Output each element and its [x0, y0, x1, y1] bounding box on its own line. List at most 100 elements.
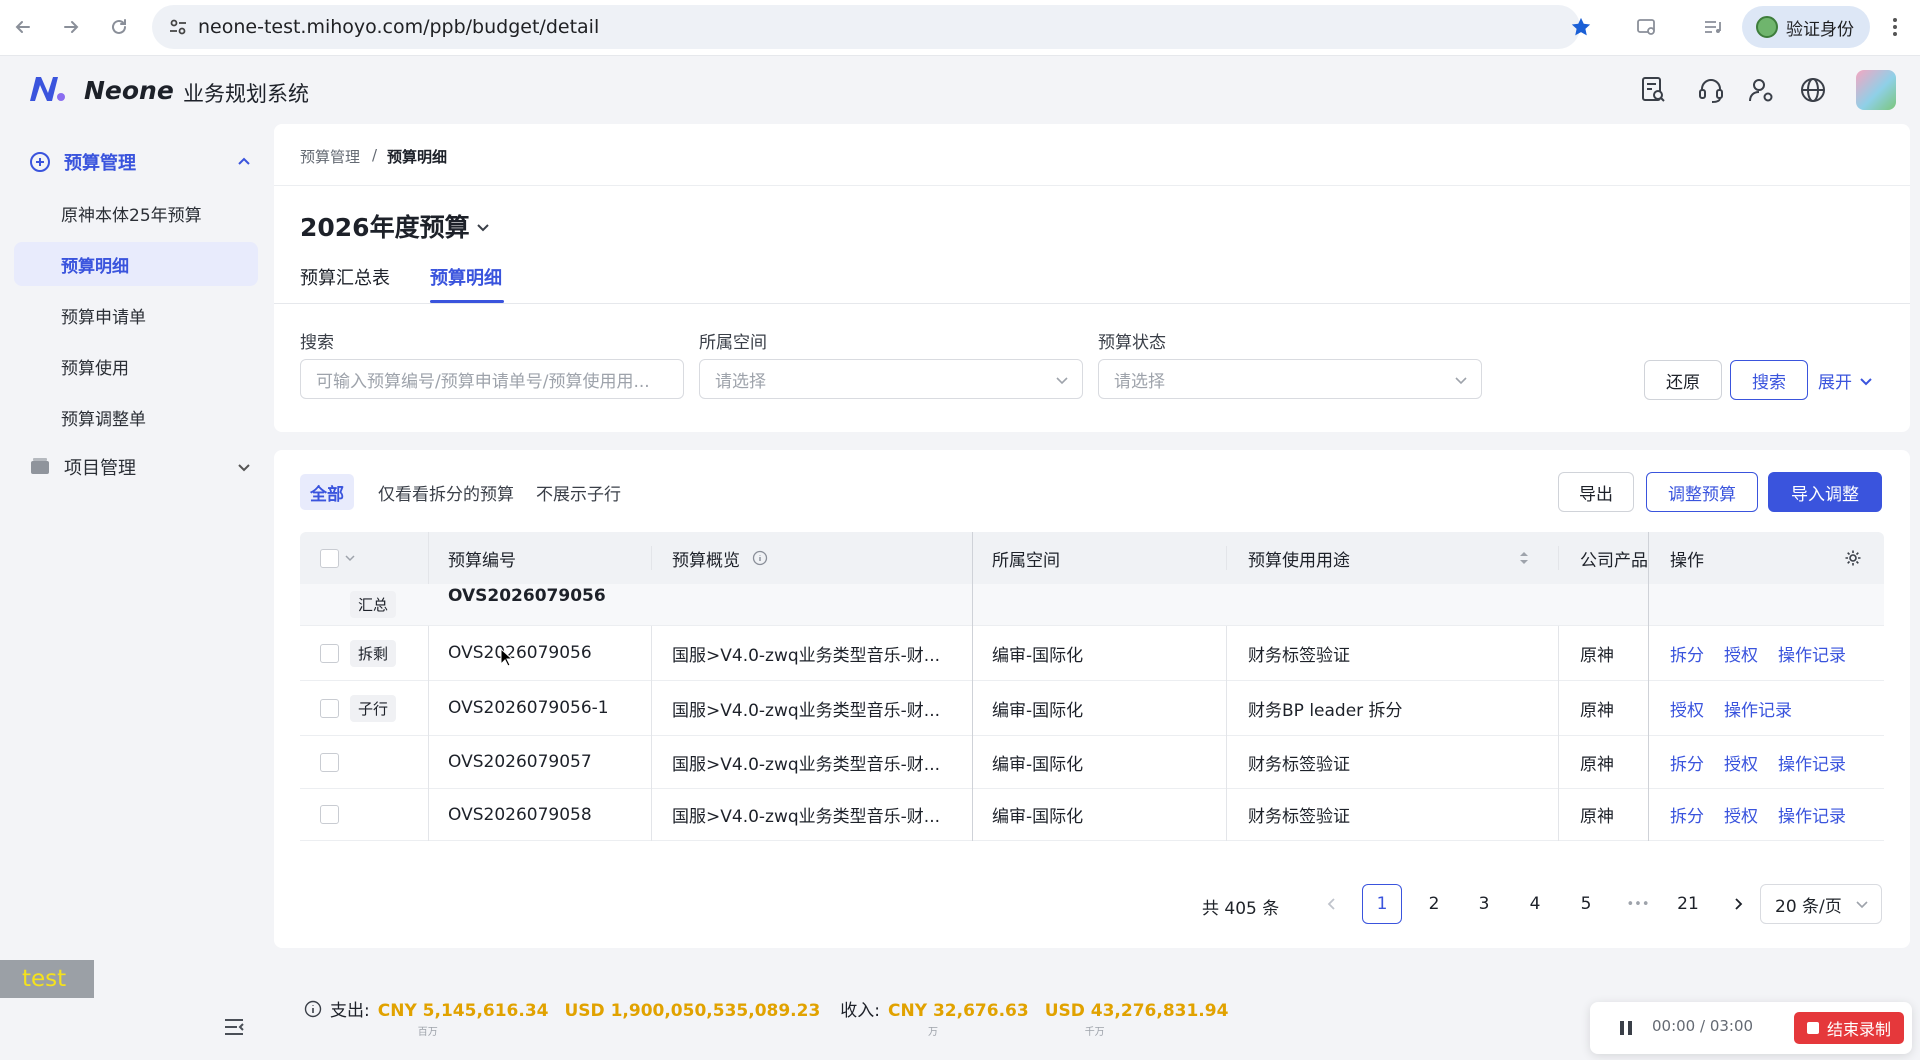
- operation-log-link[interactable]: 操作记录: [1778, 641, 1846, 666]
- page-21[interactable]: 21: [1668, 884, 1708, 924]
- select-all-checkbox[interactable]: [320, 532, 339, 584]
- row-checkbox[interactable]: [320, 626, 339, 680]
- collapse-sidebar-icon[interactable]: [222, 1015, 248, 1041]
- breadcrumb-parent[interactable]: 预算管理: [300, 146, 360, 167]
- search-input[interactable]: 可输入预算编号/预算申请单号/预算使用用...: [300, 359, 684, 399]
- pause-icon[interactable]: [1618, 1019, 1634, 1037]
- segment-split-only[interactable]: 仅看看拆分的预算: [368, 474, 524, 510]
- expand-filters-button[interactable]: 展开: [1818, 368, 1874, 393]
- cell-product: 原神: [1580, 645, 1614, 666]
- sidebar-group-budget[interactable]: 预算管理: [28, 142, 252, 182]
- row-checkbox[interactable]: [320, 789, 339, 840]
- address-bar[interactable]: neone-test.mihoyo.com/ppb/budget/detail: [152, 5, 1591, 49]
- sidebar-item-budget-adjustment[interactable]: 预算调整单: [14, 395, 258, 439]
- row-checkbox[interactable]: [320, 681, 339, 735]
- info-icon: [304, 1000, 322, 1018]
- headset-icon[interactable]: [1696, 75, 1726, 105]
- page-5[interactable]: 5: [1566, 884, 1606, 924]
- site-settings-icon[interactable]: [168, 17, 188, 37]
- table-row[interactable]: 子行 OVS2026079056-1 国服>V4.0-zwq业务类型音乐-财..…: [300, 681, 1884, 736]
- next-page-icon[interactable]: [1718, 884, 1758, 924]
- import-adjust-button[interactable]: 导入调整: [1768, 472, 1882, 512]
- column-divider: [1226, 736, 1227, 789]
- table-row[interactable]: OVS2026079058 国服>V4.0-zwq业务类型音乐-财... 编审-…: [300, 789, 1884, 841]
- authorize-link[interactable]: 授权: [1724, 802, 1758, 827]
- title-chevron-down-icon[interactable]: [474, 218, 492, 236]
- export-button[interactable]: 导出: [1558, 472, 1634, 512]
- status-select[interactable]: 请选择: [1098, 359, 1482, 399]
- verify-identity-button[interactable]: 验证身份: [1742, 6, 1870, 48]
- page-3[interactable]: 3: [1464, 884, 1504, 924]
- sidebar-group-project[interactable]: 项目管理: [28, 447, 252, 487]
- record-timer: 00:00 / 03:00: [1652, 1017, 1754, 1035]
- segment-all[interactable]: 全部: [300, 474, 354, 510]
- page-2[interactable]: 2: [1414, 884, 1454, 924]
- reload-icon[interactable]: [106, 14, 132, 40]
- authorize-link[interactable]: 授权: [1670, 696, 1704, 721]
- column-settings-gear-icon[interactable]: [1844, 532, 1862, 584]
- prev-page-icon[interactable]: [1312, 884, 1352, 924]
- cell-usage: 财务标签验证: [1248, 807, 1350, 827]
- column-header-product[interactable]: 公司产品: [1580, 532, 1648, 584]
- sidebar-item-genshin-budget[interactable]: 原神本体25年预算: [14, 191, 258, 235]
- space-select[interactable]: 请选择: [699, 359, 1083, 399]
- select-menu-chevron-icon[interactable]: [344, 532, 356, 584]
- column-header-ops: 操作: [1670, 550, 1704, 571]
- column-header-usage[interactable]: 预算使用用途: [1248, 532, 1350, 584]
- sidebar-item-budget-detail[interactable]: 预算明细: [14, 242, 258, 286]
- column-header-space[interactable]: 所属空间: [992, 532, 1060, 584]
- adjust-budget-button[interactable]: 调整预算: [1646, 472, 1758, 512]
- sidebar-item-budget-application[interactable]: 预算申请单: [14, 293, 258, 337]
- status-label: 预算状态: [1098, 333, 1166, 353]
- back-icon[interactable]: [10, 14, 36, 40]
- page-ellipsis[interactable]: •••: [1618, 884, 1658, 924]
- browser-menu-icon[interactable]: [1892, 16, 1898, 38]
- neone-logo-icon[interactable]: [28, 73, 66, 105]
- table-summary-row: 汇总 OVS2026079056: [300, 584, 1884, 626]
- cell-code: OVS2026079058: [448, 804, 592, 825]
- authorize-link[interactable]: 授权: [1724, 750, 1758, 775]
- row-checkbox[interactable]: [320, 736, 339, 788]
- column-header-code[interactable]: 预算编号: [448, 532, 516, 584]
- sort-icon[interactable]: [1518, 532, 1530, 584]
- split-link[interactable]: 拆分: [1670, 802, 1704, 827]
- page-title[interactable]: 2026年度预算: [300, 208, 470, 244]
- income-label: 收入:: [840, 1001, 881, 1021]
- globe-icon[interactable]: [1798, 75, 1828, 105]
- url-text[interactable]: neone-test.mihoyo.com/ppb/budget/detail: [198, 16, 599, 38]
- tab-budget-summary[interactable]: 预算汇总表: [300, 264, 390, 290]
- pagination: 共 405 条 1 2 3 4 5 ••• 21 20 条/页: [274, 882, 1910, 926]
- user-settings-icon[interactable]: [1746, 75, 1776, 105]
- operation-log-link[interactable]: 操作记录: [1778, 750, 1846, 775]
- operation-log-link[interactable]: 操作记录: [1778, 802, 1846, 827]
- mouse-cursor-icon: [500, 648, 514, 668]
- page-1[interactable]: 1: [1362, 884, 1402, 924]
- split-link[interactable]: 拆分: [1670, 750, 1704, 775]
- document-search-icon[interactable]: [1638, 75, 1668, 105]
- segment-hide-children[interactable]: 不展示子行: [526, 474, 631, 510]
- forward-icon[interactable]: [58, 14, 84, 40]
- page-size-select[interactable]: 20 条/页: [1760, 884, 1882, 924]
- bookmark-star-icon[interactable]: [1570, 16, 1592, 38]
- user-avatar[interactable]: [1856, 70, 1896, 110]
- operation-log-link[interactable]: 操作记录: [1724, 696, 1792, 721]
- page-4[interactable]: 4: [1515, 884, 1555, 924]
- sidebar-item-budget-usage[interactable]: 预算使用: [14, 344, 258, 388]
- screen-search-icon[interactable]: [1634, 14, 1660, 40]
- split-link[interactable]: 拆分: [1670, 641, 1704, 666]
- reset-button[interactable]: 还原: [1644, 360, 1722, 400]
- sidebar-item-label: 预算调整单: [61, 409, 146, 430]
- column-divider: [1558, 626, 1559, 681]
- table-row[interactable]: OVS2026079057 国服>V4.0-zwq业务类型音乐-财... 编审-…: [300, 736, 1884, 789]
- breadcrumb-separator: /: [372, 146, 378, 164]
- column-divider: [428, 789, 429, 841]
- table-row[interactable]: 拆剩 OVS2026079056 国服>V4.0-zwq业务类型音乐-财... …: [300, 626, 1884, 681]
- stop-recording-button[interactable]: 结束录制: [1794, 1012, 1904, 1044]
- cell-overview: 国服>V4.0-zwq业务类型音乐-财...: [672, 807, 941, 827]
- authorize-link[interactable]: 授权: [1724, 641, 1758, 666]
- tab-budget-detail[interactable]: 预算明细: [430, 264, 502, 290]
- info-icon[interactable]: [752, 532, 768, 584]
- media-list-icon[interactable]: [1700, 14, 1726, 40]
- column-header-overview[interactable]: 预算概览: [672, 532, 740, 584]
- search-button[interactable]: 搜索: [1730, 360, 1808, 400]
